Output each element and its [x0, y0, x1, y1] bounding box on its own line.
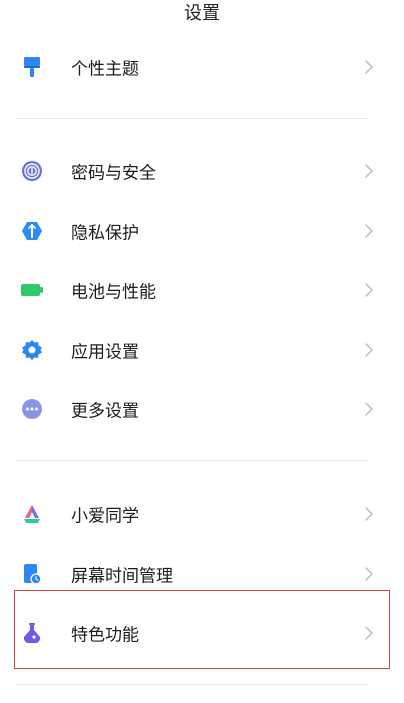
- xiaoai-icon: [21, 503, 43, 525]
- settings-item-label: 屏幕时间管理: [71, 566, 173, 587]
- chevron-right-icon: [365, 60, 373, 74]
- settings-item-label: 电池与性能: [71, 282, 156, 303]
- privacy-shield-icon: [21, 220, 43, 242]
- settings-item-label: 个性主题: [71, 59, 139, 80]
- gear-icon: [21, 339, 43, 361]
- settings-item-battery-performance[interactable]: 电池与性能: [0, 260, 404, 320]
- chevron-right-icon: [365, 402, 373, 416]
- settings-item-label: 小爱同学: [71, 506, 139, 527]
- screen-time-icon: [21, 563, 43, 585]
- settings-item-theme[interactable]: 个性主题: [0, 37, 404, 97]
- settings-item-label: 密码与安全: [71, 163, 156, 184]
- group-divider: [16, 118, 368, 119]
- settings-item-xiaoai[interactable]: 小爱同学: [0, 484, 404, 544]
- chevron-right-icon: [365, 626, 373, 640]
- settings-item-label: 隐私保护: [71, 223, 139, 244]
- chevron-right-icon: [365, 567, 373, 581]
- battery-icon: [21, 279, 43, 301]
- settings-item-label: 特色功能: [71, 625, 139, 646]
- flask-icon: [21, 622, 43, 644]
- settings-item-label: 更多设置: [71, 401, 139, 422]
- chevron-right-icon: [365, 224, 373, 238]
- settings-item-more-settings[interactable]: 更多设置: [0, 379, 404, 439]
- settings-item-label: 应用设置: [71, 342, 139, 363]
- paint-roller-icon: [21, 56, 43, 78]
- chevron-right-icon: [365, 343, 373, 357]
- fingerprint-icon: [21, 160, 43, 182]
- chevron-right-icon: [365, 507, 373, 521]
- chevron-right-icon: [365, 164, 373, 178]
- group-divider: [16, 684, 368, 685]
- settings-item-privacy[interactable]: 隐私保护: [0, 201, 404, 261]
- page-title: 设置: [184, 3, 220, 24]
- settings-item-special-features[interactable]: 特色功能: [0, 603, 404, 663]
- settings-item-screen-time[interactable]: 屏幕时间管理: [0, 544, 404, 604]
- settings-item-app-settings[interactable]: 应用设置: [0, 320, 404, 380]
- settings-item-password-security[interactable]: 密码与安全: [0, 141, 404, 201]
- group-divider: [16, 460, 368, 461]
- more-dots-icon: [21, 398, 43, 420]
- chevron-right-icon: [365, 283, 373, 297]
